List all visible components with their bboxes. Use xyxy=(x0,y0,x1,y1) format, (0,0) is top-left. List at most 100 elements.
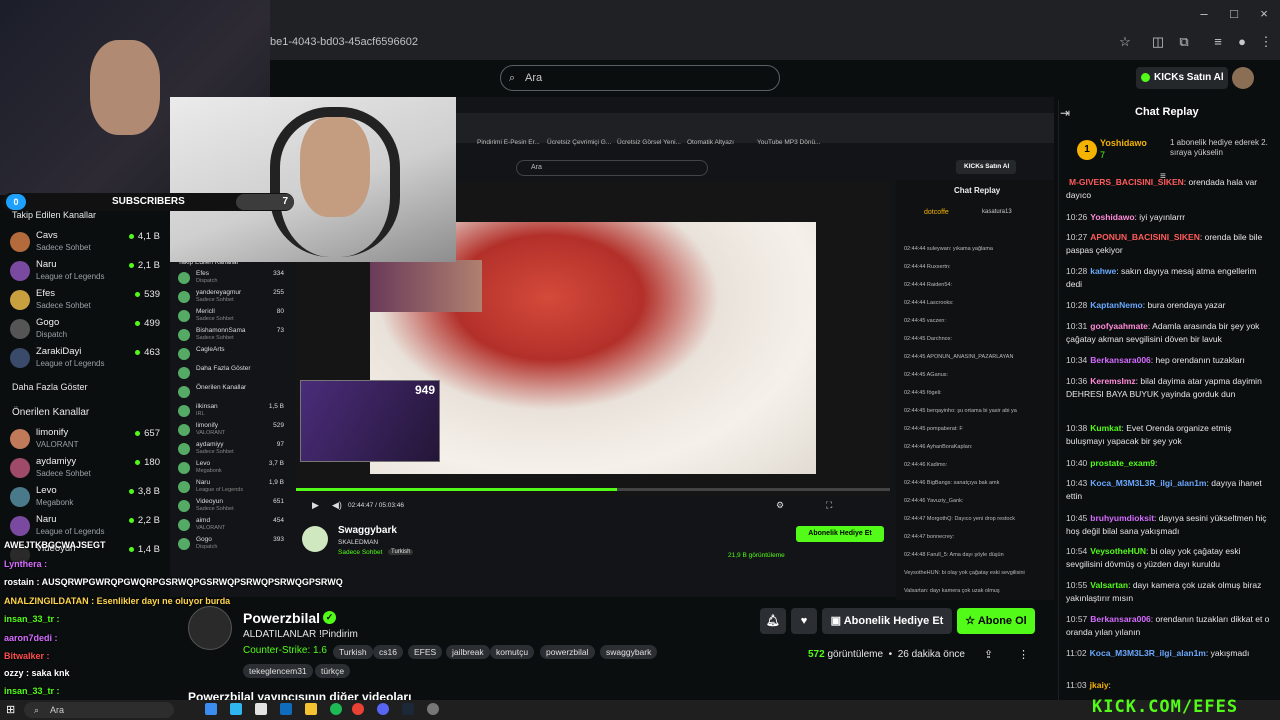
chat-username[interactable]: Berkansara006 xyxy=(1090,355,1151,365)
channel-name: Cavs xyxy=(36,230,58,241)
stream-tag[interactable]: EFES xyxy=(408,645,443,659)
chat-username[interactable]: Berkansara006 xyxy=(1090,614,1151,624)
menu-kebab-icon[interactable]: ⋮ xyxy=(1258,34,1274,50)
followed-item[interactable]: ZarakiDayi League of Legends 463 xyxy=(10,344,170,372)
embedded-side-cat: Sadece Sohbet xyxy=(196,449,234,455)
stream-tag[interactable]: cs16 xyxy=(373,645,403,659)
embedded-side-avatar xyxy=(178,367,190,379)
chat-username[interactable]: kahwe xyxy=(1090,266,1116,276)
embedded-side-cat: League of Legends xyxy=(196,487,244,493)
store-icon[interactable] xyxy=(255,703,267,715)
follow-button[interactable]: ♥ xyxy=(791,608,817,634)
maximize-icon[interactable]: □ xyxy=(1226,6,1242,22)
stream-tag[interactable]: swaggybark xyxy=(600,645,658,659)
volume-icon[interactable]: ◀) xyxy=(332,500,342,511)
bell-button[interactable]: 🔔︎ xyxy=(760,608,786,634)
subs-label: SUBSCRIBERS xyxy=(112,196,185,207)
embedded-streamer-tag: Turkish xyxy=(388,549,414,555)
chat-username[interactable]: M-GIVERS_BACISINI_SIKEN xyxy=(1069,177,1184,187)
embedded-side-row: Levo Megabonk 3,7 B xyxy=(178,460,288,478)
discord-icon[interactable] xyxy=(377,703,389,715)
show-more-link[interactable]: Daha Fazla Göster xyxy=(12,382,88,392)
chat-username[interactable]: KaptanNemo xyxy=(1090,300,1142,310)
embedded-chat-line: VeysotheHUN: bi olay yok çağatay eski se… xyxy=(904,570,1025,576)
windows-start-icon[interactable]: ⊞ xyxy=(6,703,15,716)
close-icon[interactable]: × xyxy=(1256,6,1272,22)
channel-name: ZarakiDayi xyxy=(36,346,82,357)
chat-username[interactable]: prostate_exam9 xyxy=(1090,458,1155,468)
stream-tag[interactable]: komutçu xyxy=(490,645,535,659)
reading-list-icon[interactable]: ≡ xyxy=(1210,34,1226,50)
bookmark-star-icon[interactable]: ☆ xyxy=(1117,34,1133,50)
embedded-chat-line: 02:44:46 Kadimo: xyxy=(904,462,948,468)
channel-category: League of Legends xyxy=(36,359,105,368)
chat-time: 10:28 xyxy=(1066,300,1088,310)
channel-avatar xyxy=(10,429,30,449)
buy-kicks-button[interactable]: KICKs Satın Al xyxy=(1136,67,1228,89)
embedded-progress[interactable] xyxy=(296,488,890,491)
view-count: 572 xyxy=(808,649,825,660)
outlook-icon[interactable] xyxy=(280,703,292,715)
embedded-side-cat: Dispatch xyxy=(196,278,218,284)
play-icon[interactable]: ▶ xyxy=(312,500,319,511)
recommended-item[interactable]: limonify VALORANT 657 xyxy=(10,425,170,453)
obs-icon[interactable] xyxy=(427,703,439,715)
spotify-icon[interactable] xyxy=(330,703,342,715)
embedded-chat-line: 02:44:45 pompaberat: F xyxy=(904,426,963,432)
chat-username[interactable]: VeysotheHUN xyxy=(1090,546,1146,556)
subscribe-button[interactable]: ☆ Abone Ol xyxy=(957,608,1035,634)
chat-username[interactable]: Koca_M3M3L3R_ilgi_alan1m xyxy=(1090,648,1206,658)
chat-username[interactable]: jkaiy xyxy=(1090,680,1109,690)
embedded-side-viewers: 651 xyxy=(273,498,284,505)
chat-message: 10:38 Kumkat: Evet Orenda organize etmiş … xyxy=(1066,423,1232,446)
followed-item[interactable]: Naru League of Legends 2,1 B xyxy=(10,257,170,285)
puzzle-icon[interactable]: ⧉ xyxy=(1176,34,1192,50)
folder-icon[interactable] xyxy=(305,703,317,715)
profile-icon[interactable]: ● xyxy=(1234,34,1250,50)
subscribe-label: Abone Ol xyxy=(977,615,1027,627)
chrome-icon[interactable] xyxy=(352,703,364,715)
chat-username[interactable]: bruhyumdioksit xyxy=(1090,513,1154,523)
time-ago: 26 dakika önce xyxy=(897,649,965,660)
chat-username[interactable]: APONUN_BACISINI_SIKEN xyxy=(1090,232,1200,242)
chat-username[interactable]: KeremsImz xyxy=(1090,376,1135,386)
search-input[interactable]: ⌕ Ara xyxy=(500,65,780,91)
embedded-views: 21,9 B görüntüleme xyxy=(728,552,785,559)
extension-icon[interactable]: ◫ xyxy=(1150,34,1166,50)
chat-username[interactable]: Kumkat xyxy=(1090,423,1121,433)
steam-icon[interactable] xyxy=(402,703,414,715)
followed-item[interactable]: Efes Sadece Sohbet 539 xyxy=(10,286,170,314)
kicks-icon xyxy=(1141,73,1150,82)
chat-username[interactable]: Valsartan xyxy=(1090,580,1128,590)
chat-username[interactable]: Yoshidawo xyxy=(1090,212,1134,222)
embedded-side-name: Önerilen Kanallar xyxy=(196,384,247,391)
stream-tag[interactable]: powerzbilal xyxy=(540,645,595,659)
overlay-chat-line: insan_33_tr : xyxy=(4,686,60,696)
recommended-item[interactable]: Naru League of Legends 2,2 B xyxy=(10,512,170,540)
address-bar[interactable]: be1-4043-bd03-45acf6596602 xyxy=(262,31,1142,53)
followed-item[interactable]: Cavs Sadece Sohbet 4,1 B xyxy=(10,228,170,256)
embedded-chat-line: 02:44:46 AyhanBoraKaplan: xyxy=(904,444,973,450)
edge-icon[interactable] xyxy=(230,703,242,715)
channel-avatar xyxy=(10,487,30,507)
app-icon[interactable] xyxy=(205,703,217,715)
taskbar-search[interactable]: ⌕ Ara xyxy=(24,702,174,718)
followed-item[interactable]: Gogo Dispatch 499 xyxy=(10,315,170,343)
minimize-icon[interactable]: – xyxy=(1196,6,1212,22)
share-icon[interactable]: ⇪ xyxy=(984,648,993,661)
stream-tag[interactable]: jailbreak xyxy=(446,645,490,659)
recommended-item[interactable]: Levo Megabonk 3,8 B xyxy=(10,483,170,511)
kick-brand-watermark: KICK.COM/EFES xyxy=(1092,697,1239,717)
chat-username[interactable]: goofyaahmate xyxy=(1090,321,1148,331)
user-avatar[interactable] xyxy=(1232,67,1254,89)
gift-subscription-button[interactable]: ▣ Abonelik Hediye Et xyxy=(822,608,952,634)
fullscreen-icon[interactable]: ⛶ xyxy=(826,500,832,511)
channel-category: VALORANT xyxy=(36,440,79,449)
chat-username[interactable]: Koca_M3M3L3R_ilgi_alan1m xyxy=(1090,478,1206,488)
recommended-item[interactable]: aydamiyy Sadece Sohbet 180 xyxy=(10,454,170,482)
collapse-chat-icon[interactable]: ⇥ xyxy=(1060,106,1070,120)
settings-icon[interactable]: ⚙ xyxy=(776,500,784,511)
embedded-side-name: Videoyun xyxy=(196,498,223,505)
embedded-side-viewers: 3,7 B xyxy=(268,460,284,467)
more-options-icon[interactable]: ⋮ xyxy=(1018,648,1029,661)
